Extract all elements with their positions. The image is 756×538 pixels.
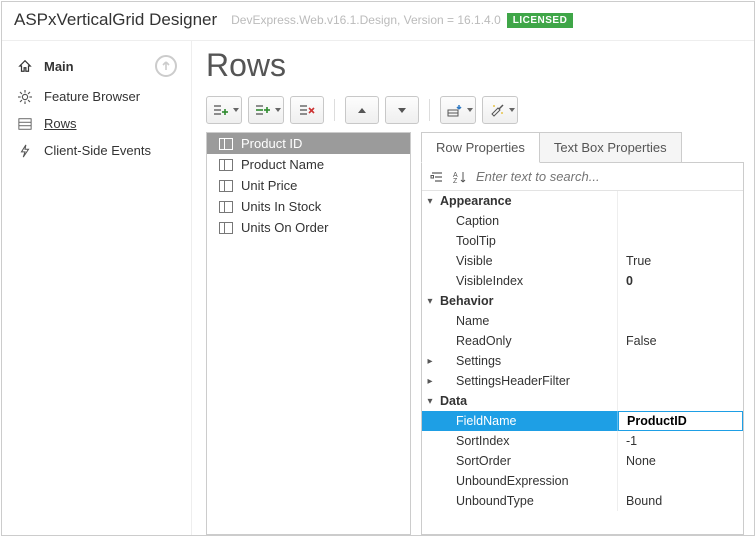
properties-panel: Row Properties Text Box Properties AZ bbox=[421, 132, 744, 535]
row-item-label: Product ID bbox=[241, 136, 302, 151]
prop-value[interactable]: True bbox=[618, 251, 743, 271]
field-icon bbox=[219, 180, 233, 192]
property-grid[interactable]: ▾Appearance Caption ToolTip VisibleTrue … bbox=[422, 191, 743, 534]
row-item[interactable]: Product Name bbox=[207, 154, 410, 175]
list-insert-icon bbox=[255, 103, 271, 117]
prop-name[interactable]: FieldName bbox=[438, 411, 618, 431]
prop-category: Behavior bbox=[438, 291, 618, 311]
expand-icon[interactable]: ▸ bbox=[422, 351, 438, 371]
license-badge: LICENSED bbox=[507, 13, 574, 28]
prop-name[interactable]: Settings bbox=[438, 351, 618, 371]
home-icon bbox=[18, 59, 36, 73]
sidebar-main-label: Main bbox=[44, 59, 74, 74]
svg-text:Z: Z bbox=[453, 178, 458, 184]
prop-value[interactable]: False bbox=[618, 331, 743, 351]
up-arrow-icon[interactable] bbox=[155, 55, 177, 77]
row-item[interactable]: Units On Order bbox=[207, 217, 410, 238]
sidebar-item-label: Client-Side Events bbox=[44, 143, 151, 158]
add-row-button[interactable] bbox=[206, 96, 242, 124]
bolt-icon bbox=[18, 144, 36, 158]
app-title: ASPxVerticalGrid Designer bbox=[14, 10, 217, 30]
gear-icon bbox=[18, 90, 36, 104]
sidebar-item-label[interactable]: Rows bbox=[44, 116, 77, 131]
row-item-label: Unit Price bbox=[241, 178, 297, 193]
prop-name[interactable]: UnboundType bbox=[438, 491, 618, 511]
list-remove-icon bbox=[299, 103, 315, 117]
clear-button[interactable] bbox=[482, 96, 518, 124]
separator bbox=[429, 99, 430, 121]
row-item-label: Units In Stock bbox=[241, 199, 321, 214]
retrieve-fields-button[interactable] bbox=[440, 96, 476, 124]
page-title: Rows bbox=[206, 47, 744, 84]
separator bbox=[334, 99, 335, 121]
toolbar bbox=[206, 96, 744, 124]
prop-name[interactable]: Name bbox=[438, 311, 618, 331]
prop-name[interactable]: UnboundExpression bbox=[438, 471, 618, 491]
field-icon bbox=[219, 138, 233, 150]
list-add-icon bbox=[213, 103, 229, 117]
rows-icon bbox=[18, 117, 36, 131]
move-down-button[interactable] bbox=[385, 96, 419, 124]
prop-value[interactable]: None bbox=[618, 451, 743, 471]
prop-value[interactable]: -1 bbox=[618, 431, 743, 451]
prop-name[interactable]: SortIndex bbox=[438, 431, 618, 451]
prop-value[interactable] bbox=[618, 211, 743, 231]
prop-value[interactable]: ProductID bbox=[618, 411, 743, 431]
field-icon bbox=[219, 222, 233, 234]
prop-name[interactable]: VisibleIndex bbox=[438, 271, 618, 291]
sidebar-item-feature-browser[interactable]: Feature Browser bbox=[2, 83, 191, 110]
alphabetical-view-button[interactable]: AZ bbox=[448, 167, 470, 187]
sidebar-item-label: Feature Browser bbox=[44, 89, 140, 104]
remove-row-button[interactable] bbox=[290, 96, 324, 124]
rows-list[interactable]: Product ID Product Name Unit Price Units… bbox=[206, 132, 411, 535]
expand-icon[interactable]: ▸ bbox=[422, 371, 438, 391]
tab-row-properties[interactable]: Row Properties bbox=[421, 132, 540, 163]
prop-name[interactable]: SortOrder bbox=[438, 451, 618, 471]
prop-category: Data bbox=[438, 391, 618, 411]
retrieve-icon bbox=[447, 103, 463, 117]
prop-value[interactable] bbox=[618, 471, 743, 491]
chevron-down-icon bbox=[398, 108, 406, 113]
insert-row-button[interactable] bbox=[248, 96, 284, 124]
prop-name[interactable]: Visible bbox=[438, 251, 618, 271]
sort-az-icon: AZ bbox=[452, 170, 466, 184]
sidebar-item-rows[interactable]: Rows bbox=[2, 110, 191, 137]
property-search-input[interactable] bbox=[470, 166, 739, 187]
row-item[interactable]: Unit Price bbox=[207, 175, 410, 196]
move-up-button[interactable] bbox=[345, 96, 379, 124]
expand-icon[interactable]: ▾ bbox=[422, 391, 438, 411]
row-item-label: Product Name bbox=[241, 157, 324, 172]
prop-name[interactable]: ReadOnly bbox=[438, 331, 618, 351]
tab-textbox-properties[interactable]: Text Box Properties bbox=[539, 132, 682, 163]
prop-value[interactable]: 0 bbox=[618, 271, 743, 291]
field-icon bbox=[219, 159, 233, 171]
categorized-view-button[interactable] bbox=[426, 167, 448, 187]
prop-category: Appearance bbox=[438, 191, 618, 211]
broom-icon bbox=[489, 103, 505, 117]
prop-value[interactable] bbox=[618, 371, 743, 391]
prop-value[interactable]: Bound bbox=[618, 491, 743, 511]
chevron-up-icon bbox=[358, 108, 366, 113]
app-version: DevExpress.Web.v16.1.Design, Version = 1… bbox=[231, 13, 501, 27]
expand-icon[interactable]: ▾ bbox=[422, 291, 438, 311]
prop-value[interactable] bbox=[618, 311, 743, 331]
titlebar: ASPxVerticalGrid Designer DevExpress.Web… bbox=[2, 2, 754, 41]
prop-name[interactable]: Caption bbox=[438, 211, 618, 231]
row-item[interactable]: Product ID bbox=[207, 133, 410, 154]
prop-name[interactable]: ToolTip bbox=[438, 231, 618, 251]
prop-name[interactable]: SettingsHeaderFilter bbox=[438, 371, 618, 391]
categorized-icon bbox=[430, 170, 444, 184]
expand-icon[interactable]: ▾ bbox=[422, 191, 438, 211]
field-icon bbox=[219, 201, 233, 213]
row-item-label: Units On Order bbox=[241, 220, 328, 235]
prop-value[interactable] bbox=[618, 231, 743, 251]
sidebar-main[interactable]: Main bbox=[2, 49, 191, 83]
sidebar: Main Feature Browser Rows bbox=[2, 41, 192, 535]
sidebar-item-client-side-events[interactable]: Client-Side Events bbox=[2, 137, 191, 164]
prop-value[interactable] bbox=[618, 351, 743, 371]
row-item[interactable]: Units In Stock bbox=[207, 196, 410, 217]
